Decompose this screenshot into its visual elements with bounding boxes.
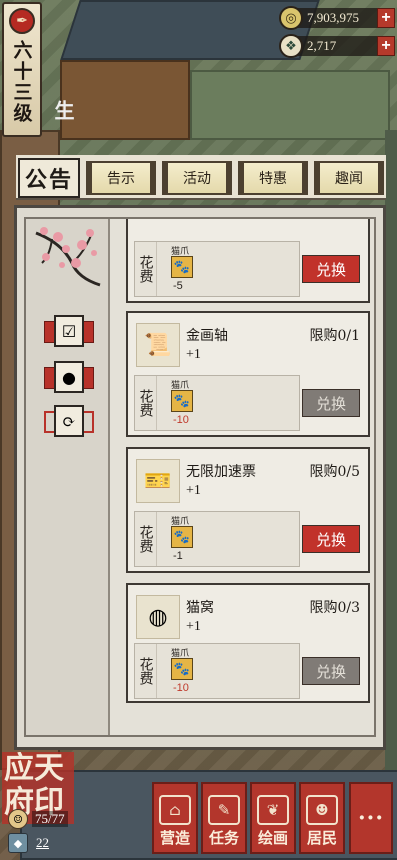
paw-icon: 🐾 [171,390,193,412]
building-icon: ⌂ [159,795,191,825]
nav-label: 居民 [306,829,337,847]
cost-label: 花费 [135,242,157,296]
exchange-button[interactable]: 兑换 [302,389,360,417]
right-buildings [385,130,397,770]
purchase-limit: 限购0/5 [309,464,360,480]
cost-label: 花费 [135,644,157,698]
nav-label: 营造 [159,829,190,847]
cost-cell: 猫爪 🐾 -10 [159,646,299,696]
tab-specials[interactable]: 特惠 [238,161,308,195]
tab-anecdotes[interactable]: 趣闻 [314,161,384,195]
nav-painting-button[interactable]: ❦ 绘画 [250,782,296,854]
cost-label: 花费 [135,376,157,430]
cost-label: 花费 [135,512,157,566]
cost-amount: -5 [173,280,183,292]
tab-events[interactable]: 活动 [162,161,232,195]
garden-courtyard [190,70,390,140]
paw-icon: 🐾 [171,658,193,680]
gem-counter[interactable]: ◆ 22 [8,832,72,854]
cost-amount: -10 [173,682,189,694]
plum-blossom-icon [35,227,101,287]
cost-box: 花费 猫爪 🐾 -10 [134,375,300,431]
item-name: 金画轴 [186,328,228,344]
money-bag-icon: ● [54,361,84,393]
painting-icon: ❦ [257,795,289,825]
scroll-icon: 📜 [136,323,180,367]
ticket-icon: 🎫 [136,459,180,503]
red-seal-icon: ✒ [9,8,35,34]
nav-more-button[interactable]: ··· [349,782,393,854]
add-coin-button[interactable]: + [377,8,395,28]
stamina-counter: ☺ 75/77 [8,808,72,830]
item-quantity: +1 [186,483,201,498]
level-text: 六十三级 [10,40,33,124]
item-quantity: +1 [186,619,201,634]
exchange-card: 📜 金画轴 限购0/1 +1 花费 猫爪 🐾 -10 兑换 [126,311,370,437]
cost-box: 花费 猫爪 🐾 -10 [134,643,300,699]
gem-icon: ◆ [8,833,28,853]
exchange-card: ◍ 猫窝 限购0/3 +1 花费 猫爪 🐾 -10 兑换 [126,583,370,703]
nav-resident-button[interactable]: ☻ 居民 [299,782,345,854]
paw-icon: 🐾 [171,256,193,278]
task-book-icon: ✎ [208,795,240,825]
cost-cell: 猫爪 🐾 -1 [159,514,299,564]
tab-notices[interactable]: 告示 [86,161,156,195]
nav-build-button[interactable]: ⌂ 营造 [152,782,198,854]
exchange-button[interactable]: 兑换 [302,255,360,283]
side-button-money-bag[interactable]: ● [44,361,94,393]
side-button-refresh[interactable]: ⟳ [44,405,94,437]
cat-bed-icon: ◍ [136,595,180,639]
checklist-icon: ☑ [54,315,84,347]
panel-content: ☑ ● ⟳ 花费 猫爪 🐾 -5 兑换 📜 金画轴 限购0/1 +1 花费 猫爪… [24,217,376,737]
cost-cell: 猫爪 🐾 -5 [159,244,299,294]
copper-coin-value: 7,903,975 [295,8,377,28]
paw-icon: 🐾 [171,526,193,548]
stamina-value: 75/77 [32,811,68,827]
side-button-checklist[interactable]: ☑ [44,315,94,347]
cost-amount: -10 [173,414,189,426]
nav-label: 绘画 [257,829,288,847]
copper-coin-icon: ◎ [279,6,303,30]
stamina-icon: ☺ [8,809,28,829]
notice-title: 公告 [18,158,80,198]
exchange-button[interactable]: 兑换 [302,525,360,553]
nav-label: 任务 [208,829,239,847]
cost-box: 花费 猫爪 🐾 -1 [134,511,300,567]
item-name: 猫窝 [186,600,214,616]
purchase-limit: 限购0/3 [309,600,360,616]
city-seal[interactable]: 应天府印 ☺ 75/77 ◆ 22 [2,752,74,858]
item-quantity: +1 [186,347,201,362]
nav-task-button[interactable]: ✎ 任务 [201,782,247,854]
item-name: 无限加速票 [186,464,256,480]
exchange-list[interactable]: 花费 猫爪 🐾 -5 兑换 📜 金画轴 限购0/1 +1 花费 猫爪 🐾 -10… [114,219,374,735]
more-icon: ··· [358,805,384,831]
jade-counter: ❖ 2,717 + [279,34,395,58]
event-panel: ☑ ● ⟳ 花费 猫爪 🐾 -5 兑换 📜 金画轴 限购0/1 +1 花费 猫爪… [14,205,386,750]
level-badge[interactable]: ✒ 六十三级 [2,2,42,137]
cost-cell: 猫爪 🐾 -10 [159,378,299,428]
exchange-button[interactable]: 兑换 [302,657,360,685]
refresh-icon: ⟳ [54,405,84,437]
jade-icon: ❖ [279,34,303,58]
cost-amount: -1 [173,550,183,562]
wall-sign-text: 生 [51,100,75,120]
resident-icon: ☻ [306,795,338,825]
copper-coin-counter: ◎ 7,903,975 + [279,6,395,30]
side-column: ☑ ● ⟳ [26,219,110,735]
purchase-limit: 限购0/1 [309,328,360,344]
jade-value: 2,717 [295,36,377,56]
add-jade-button[interactable]: + [377,36,395,56]
exchange-card: 花费 猫爪 🐾 -5 兑换 [126,219,370,303]
gem-value: 22 [36,835,49,850]
exchange-card: 🎫 无限加速票 限购0/5 +1 花费 猫爪 🐾 -1 兑换 [126,447,370,573]
boat-deck [60,60,190,140]
cost-box: 花费 猫爪 🐾 -5 [134,241,300,297]
